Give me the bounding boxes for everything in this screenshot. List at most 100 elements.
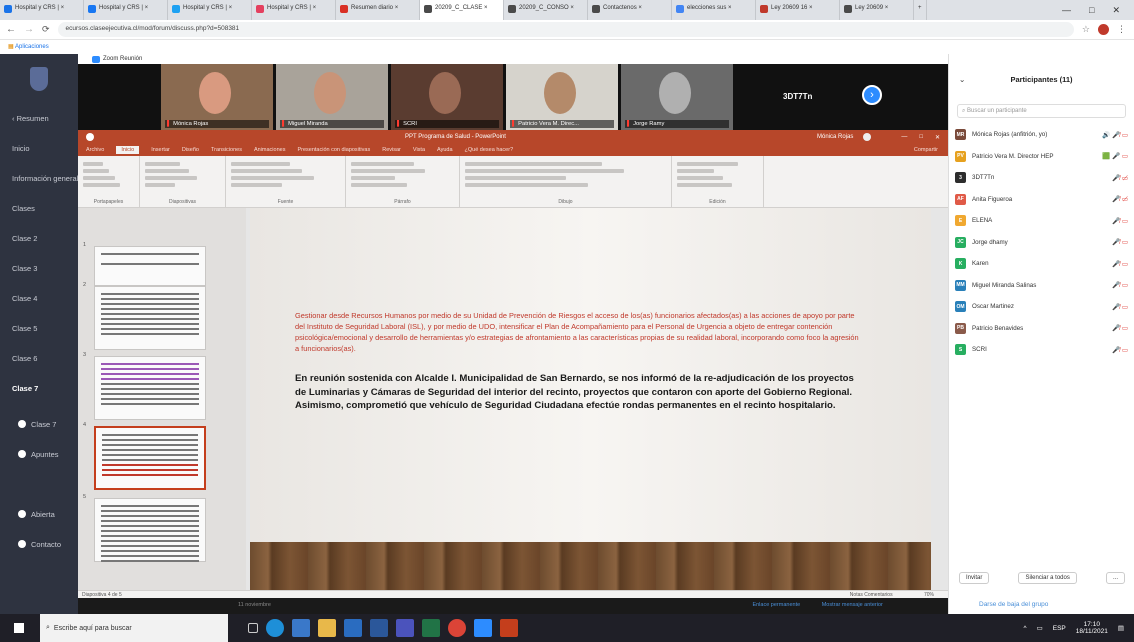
next-page-button[interactable]: › — [862, 85, 882, 105]
browser-tab[interactable]: Hospital y CRS | × — [252, 0, 336, 20]
ribbon-control[interactable] — [83, 176, 115, 180]
forward-icon[interactable]: → — [24, 24, 34, 35]
browser-tab[interactable]: Hospital y CRS | × — [84, 0, 168, 20]
autosave-icon[interactable] — [86, 133, 94, 141]
mute-all-button[interactable]: Silenciar a todos — [1018, 572, 1077, 584]
sidebar-subitem[interactable]: Contacto — [0, 524, 78, 554]
keyboard-language[interactable]: ESP — [1053, 625, 1066, 632]
participant-video-tile[interactable]: ▌ Miguel Miranda — [276, 64, 388, 130]
ppt-zoom-level[interactable]: 70% — [924, 592, 934, 598]
browser-tab[interactable]: 20209_C_CLASE × — [420, 0, 504, 20]
ppt-close-icon[interactable]: ✕ — [935, 134, 940, 141]
participant-row[interactable]: MM Miguel Miranda Salinas 🎤̸ ▭ — [949, 275, 1134, 297]
browser-tab[interactable]: elecciones sus × — [672, 0, 756, 20]
file-explorer-icon[interactable] — [318, 619, 336, 637]
show-previous-link[interactable]: Mostrar mensaje anterior — [822, 602, 883, 608]
ppt-minimize-icon[interactable]: — — [901, 134, 907, 140]
participant-video-tile[interactable]: ▌ Patricio Vera M. Direc... — [506, 64, 618, 130]
participant-row[interactable]: OM Oscar Martinez 🎤̸ ▭ — [949, 296, 1134, 318]
browser-tab[interactable]: Contactenos × — [588, 0, 672, 20]
excel-icon[interactable] — [422, 619, 440, 637]
browser-tab[interactable]: Ley 20609 16 × — [756, 0, 840, 20]
participant-video-tile[interactable]: ▌ Jorge Ramy — [621, 64, 733, 130]
menu-icon[interactable]: ⋮ — [1117, 24, 1126, 35]
sidebar-item[interactable]: Clase 5 — [0, 314, 78, 344]
ribbon-tab[interactable]: Diseño — [182, 147, 199, 153]
ribbon-control[interactable] — [231, 169, 302, 173]
ppt-notes-comments[interactable]: Notas Comentarios — [850, 592, 893, 598]
ribbon-control[interactable] — [677, 176, 724, 180]
word-icon[interactable] — [370, 619, 388, 637]
slide-thumbnail[interactable] — [94, 286, 206, 350]
share-button[interactable]: Compartir — [914, 147, 938, 153]
panel-collapse-icon[interactable]: ⌄ — [959, 75, 965, 84]
browser-tab[interactable]: Hospital y CRS | × — [168, 0, 252, 20]
sidebar-subitem[interactable]: Apuntes — [0, 434, 78, 464]
chrome-icon[interactable] — [448, 619, 466, 637]
bookmark-apps[interactable]: Aplicaciones — [15, 44, 49, 50]
leave-group-link[interactable]: Darse de baja del grupo — [979, 601, 1048, 608]
participant-row[interactable]: K Karen 🎤̸ ▭ — [949, 253, 1134, 275]
participant-row[interactable]: E ELENA 🎤̸ ▭ — [949, 210, 1134, 232]
participant-row[interactable]: PB Patricio Benavides 🎤̸ ▭ — [949, 318, 1134, 340]
maximize-icon[interactable]: □ — [1089, 5, 1094, 15]
participant-video-tile[interactable]: ▌ SCRI — [391, 64, 503, 130]
ribbon-control[interactable] — [231, 183, 283, 187]
participant-row[interactable]: S SCRI 🎤̸ ▭ — [949, 339, 1134, 361]
ribbon-tab[interactable]: Presentación con diapositivas — [297, 147, 370, 153]
participant-row[interactable]: 3 3DT7Tn 🎤̸ ▭̸ — [949, 167, 1134, 189]
ribbon-control[interactable] — [465, 183, 588, 187]
browser-tab[interactable]: Hospital y CRS | × — [0, 0, 84, 20]
sidebar-item[interactable]: Inicio — [0, 134, 78, 164]
slide-thumbnail[interactable] — [94, 356, 206, 420]
sidebar-subitem[interactable]: Clase 7 — [0, 404, 78, 434]
ribbon-control[interactable] — [83, 169, 109, 173]
zoom-taskbar-icon[interactable] — [474, 619, 492, 637]
windows-start-icon[interactable] — [14, 623, 24, 633]
tray-arrow-icon[interactable]: ^ — [1024, 625, 1027, 632]
slide-text-black[interactable]: En reunión sostenida con Alcalde I. Muni… — [295, 372, 861, 413]
ribbon-tab[interactable]: Vista — [413, 147, 425, 153]
ribbon-control[interactable] — [465, 169, 624, 173]
slide-text-red[interactable]: Gestionar desde Recursos Humanos por med… — [295, 310, 861, 354]
powerpoint-taskbar-icon[interactable] — [500, 619, 518, 637]
reload-icon[interactable]: ⟳ — [42, 24, 50, 35]
sidebar-item[interactable]: Clases — [0, 194, 78, 224]
more-button[interactable]: ... — [1105, 572, 1125, 584]
browser-tab[interactable]: Resumen diario × — [336, 0, 420, 20]
slide-thumbnail[interactable] — [94, 246, 206, 286]
ribbon-control[interactable] — [465, 176, 566, 180]
mail-icon[interactable] — [344, 619, 362, 637]
taskbar-search-input[interactable]: ⌕ Escribe aquí para buscar — [40, 614, 228, 642]
bookmark-star-icon[interactable]: ☆ — [1082, 24, 1090, 35]
slide-thumbnail[interactable] — [94, 426, 206, 490]
ribbon-control[interactable] — [677, 162, 738, 166]
sidebar-subitem[interactable]: Abierta — [0, 494, 78, 524]
back-icon[interactable]: ← — [6, 24, 16, 35]
participant-search-input[interactable]: ⌕ Buscar un participante — [957, 104, 1126, 118]
apps-icon[interactable]: ▦ — [8, 44, 14, 50]
notifications-icon[interactable]: ▤ — [1118, 624, 1124, 632]
ribbon-control[interactable] — [83, 162, 104, 166]
participant-row[interactable]: PV Patricio Vera M. Director HEP 🟩 🎤 ▭ — [949, 146, 1134, 168]
sidebar-item[interactable]: Clase 3 — [0, 254, 78, 284]
ribbon-control[interactable] — [145, 162, 181, 166]
network-icon[interactable]: ▭ — [1037, 624, 1043, 632]
url-input[interactable]: ecursos.claseejecutiva.cl/mod/forum/disc… — [57, 22, 1074, 37]
ribbon-control[interactable] — [231, 176, 314, 180]
browser-tab[interactable]: Ley 20609 × — [840, 0, 914, 20]
ribbon-control[interactable] — [677, 169, 715, 173]
invite-button[interactable]: Invitar — [959, 572, 990, 584]
ribbon-control[interactable] — [231, 162, 290, 166]
task-view-icon[interactable] — [248, 623, 258, 633]
participant-row[interactable]: JC Jorge dhamy 🎤̸ ▭ — [949, 232, 1134, 254]
ribbon-tab[interactable]: Inicio — [116, 146, 140, 154]
minimize-icon[interactable]: — — [1062, 5, 1071, 15]
participant-row[interactable]: MR Mónica Rojas (anfitrión, yo) 🔊 🎤̸ ▭ — [949, 124, 1134, 146]
ribbon-control[interactable] — [465, 162, 602, 166]
ribbon-control[interactable] — [145, 183, 175, 187]
ribbon-control[interactable] — [351, 162, 414, 166]
teams-icon[interactable] — [396, 619, 414, 637]
browser-tab[interactable]: 20209_C_CONSO × — [504, 0, 588, 20]
sidebar-item[interactable]: Clase 6 — [0, 344, 78, 374]
